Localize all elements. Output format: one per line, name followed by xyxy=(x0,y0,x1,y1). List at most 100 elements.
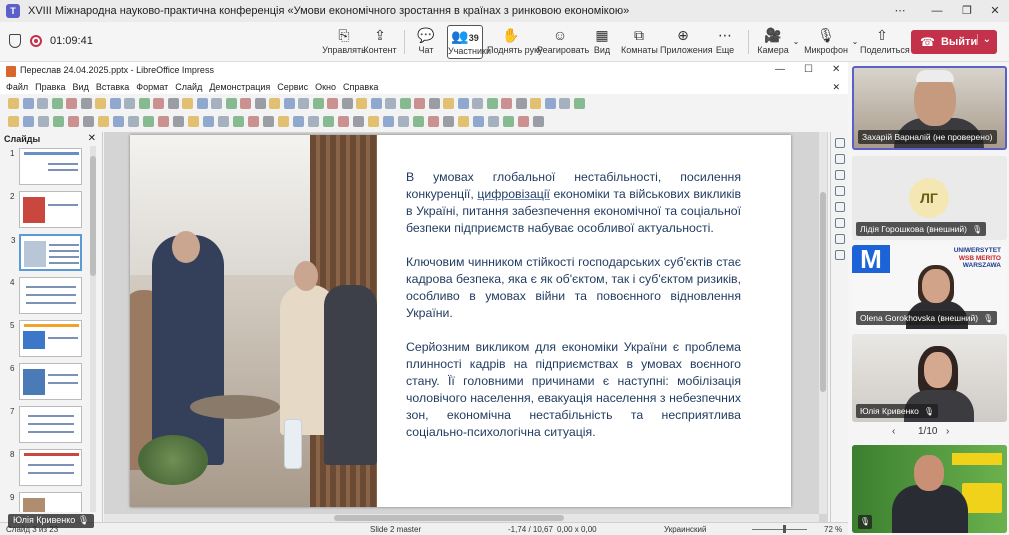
manage-button[interactable]: ⎘ Управлять xyxy=(322,25,366,59)
share-button[interactable]: ⇧ Поделиться xyxy=(860,25,910,59)
toolbar-tool-icon[interactable] xyxy=(530,98,541,109)
toolbar-tool-icon[interactable] xyxy=(283,98,295,109)
menu-help[interactable]: Справка xyxy=(343,80,378,94)
toolbar-tool-icon[interactable] xyxy=(398,116,409,127)
toolbar-tool-icon[interactable] xyxy=(327,98,338,109)
camera-options-chevron-icon[interactable]: ⌄ xyxy=(790,25,802,59)
sidebar-deck-icon[interactable] xyxy=(835,186,845,196)
toolbar-tool-icon[interactable] xyxy=(254,98,266,109)
slide-thumbnail-2[interactable]: 2 xyxy=(10,191,82,228)
apps-button[interactable]: ⊕ Приложения xyxy=(660,25,713,59)
toolbar-tool-icon[interactable] xyxy=(370,98,382,109)
zoom-slider[interactable] xyxy=(752,529,807,530)
toolbar-tool-icon[interactable] xyxy=(218,116,229,127)
toolbar-tool-icon[interactable] xyxy=(356,98,367,109)
toolbar-tool-icon[interactable] xyxy=(293,116,304,127)
sidebar-deck-icon[interactable] xyxy=(835,250,845,260)
zoom-slider-handle[interactable] xyxy=(783,525,786,533)
chat-button[interactable]: 💬 Чат xyxy=(412,25,440,59)
toolbar-tool-icon[interactable] xyxy=(113,116,124,127)
toolbar-tool-icon[interactable] xyxy=(559,98,570,109)
toolbar-tool-icon[interactable] xyxy=(383,116,394,127)
toolbar-tool-icon[interactable] xyxy=(323,116,334,127)
toolbar-tool-icon[interactable] xyxy=(413,116,424,127)
shield-icon[interactable] xyxy=(9,34,21,48)
toolbar-tool-icon[interactable] xyxy=(167,98,179,109)
slide-thumbnail-1[interactable]: 1 xyxy=(10,148,82,185)
toolbar-tool-icon[interactable] xyxy=(298,98,309,109)
toolbar-tool-icon[interactable] xyxy=(486,98,498,109)
toolbar-tool-icon[interactable] xyxy=(158,116,169,127)
toolbar-tool-icon[interactable] xyxy=(428,98,440,109)
toolbar-tool-icon[interactable] xyxy=(128,116,139,127)
slide-thumbnail-7[interactable]: 7 xyxy=(10,406,82,443)
toolbar-tool-icon[interactable] xyxy=(443,98,454,109)
toolbar-tool-icon[interactable] xyxy=(368,116,379,127)
toolbar-tool-icon[interactable] xyxy=(338,116,349,127)
toolbar-tool-icon[interactable] xyxy=(443,116,454,127)
current-slide[interactable]: В умовах глобальної нестабільності, поси… xyxy=(130,135,791,507)
menu-file[interactable]: Файл xyxy=(6,80,28,94)
slide-thumbnail-6[interactable]: 6 xyxy=(10,363,82,400)
sidebar-deck-icon[interactable] xyxy=(835,234,845,244)
toolbar-tool-icon[interactable] xyxy=(341,98,353,109)
slide-thumbnail-4[interactable]: 4 xyxy=(10,277,82,314)
toolbar-tool-icon[interactable] xyxy=(173,116,184,127)
mic-button[interactable]: 🎙 Микрофон xyxy=(804,25,848,59)
toolbar-tool-icon[interactable] xyxy=(98,116,109,127)
menu-tools[interactable]: Сервис xyxy=(277,80,308,94)
minimize-button[interactable]: — xyxy=(922,0,952,22)
close-button[interactable]: ✕ xyxy=(980,0,1009,22)
horizontal-scrollbar[interactable] xyxy=(104,514,819,522)
toolbar-tool-icon[interactable] xyxy=(573,98,585,109)
toolbar-tool-icon[interactable] xyxy=(153,98,164,109)
maximize-button[interactable]: ❐ xyxy=(952,0,982,22)
rooms-button[interactable]: ⧉ Комнаты xyxy=(621,25,658,59)
menu-format[interactable]: Формат xyxy=(136,80,168,94)
toolbar-tool-icon[interactable] xyxy=(428,116,439,127)
toolbar-tool-icon[interactable] xyxy=(8,116,19,127)
toolbar-tool-icon[interactable] xyxy=(182,98,193,109)
menu-window[interactable]: Окно xyxy=(315,80,336,94)
participant-tile[interactable]: 🎙 xyxy=(852,445,1007,533)
toolbar-tool-icon[interactable] xyxy=(38,116,49,127)
leave-button[interactable]: ☎ Выйти ⌄ xyxy=(911,30,997,54)
slide-thumbnail-3[interactable]: 3 xyxy=(11,234,82,271)
more-button[interactable]: ⋯ Еще xyxy=(713,25,737,59)
slide-thumbnail-5[interactable]: 5 xyxy=(10,320,82,357)
toolbar-tool-icon[interactable] xyxy=(188,116,199,127)
toolbar-tool-icon[interactable] xyxy=(278,116,289,127)
toolbar-tool-icon[interactable] xyxy=(501,98,512,109)
language-status[interactable]: Украинский xyxy=(664,525,706,534)
next-page-icon[interactable]: › xyxy=(946,426,949,437)
toolbar-tool-icon[interactable] xyxy=(109,98,121,109)
menu-slideshow[interactable]: Демонстрация xyxy=(209,80,270,94)
impress-minimize-button[interactable]: — xyxy=(775,64,785,75)
toolbar-tool-icon[interactable] xyxy=(83,116,94,127)
participant-tile[interactable]: Юлія Кривенко 🎙 xyxy=(852,334,1007,422)
toolbar-tool-icon[interactable] xyxy=(8,98,19,109)
sidebar-deck-icon[interactable] xyxy=(835,154,845,164)
view-button[interactable]: ▦ Вид xyxy=(590,25,614,59)
toolbar-tool-icon[interactable] xyxy=(211,98,222,109)
toolbar-tool-icon[interactable] xyxy=(263,116,274,127)
toolbar-tool-icon[interactable] xyxy=(308,116,319,127)
toolbar-tool-icon[interactable] xyxy=(488,116,499,127)
toolbar-tool-icon[interactable] xyxy=(233,116,244,127)
toolbar-tool-icon[interactable] xyxy=(533,116,544,127)
toolbar-tool-icon[interactable] xyxy=(23,116,34,127)
toolbar-tool-icon[interactable] xyxy=(51,98,63,109)
react-button[interactable]: ☺ Реагировать xyxy=(537,25,589,59)
slides-pane-scrollbar[interactable] xyxy=(90,146,96,512)
toolbar-tool-icon[interactable] xyxy=(472,98,483,109)
toolbar-tool-icon[interactable] xyxy=(196,98,208,109)
toolbar-tool-icon[interactable] xyxy=(22,98,34,109)
toolbar-tool-icon[interactable] xyxy=(457,98,469,109)
more-icon[interactable]: ⋯ xyxy=(885,0,915,22)
toolbar-tool-icon[interactable] xyxy=(473,116,484,127)
toolbar-tool-icon[interactable] xyxy=(66,98,77,109)
toolbar-tool-icon[interactable] xyxy=(414,98,425,109)
toolbar-tool-icon[interactable] xyxy=(312,98,324,109)
camera-button[interactable]: 🎥 Камера xyxy=(757,25,789,59)
menu-view[interactable]: Вид xyxy=(73,80,89,94)
